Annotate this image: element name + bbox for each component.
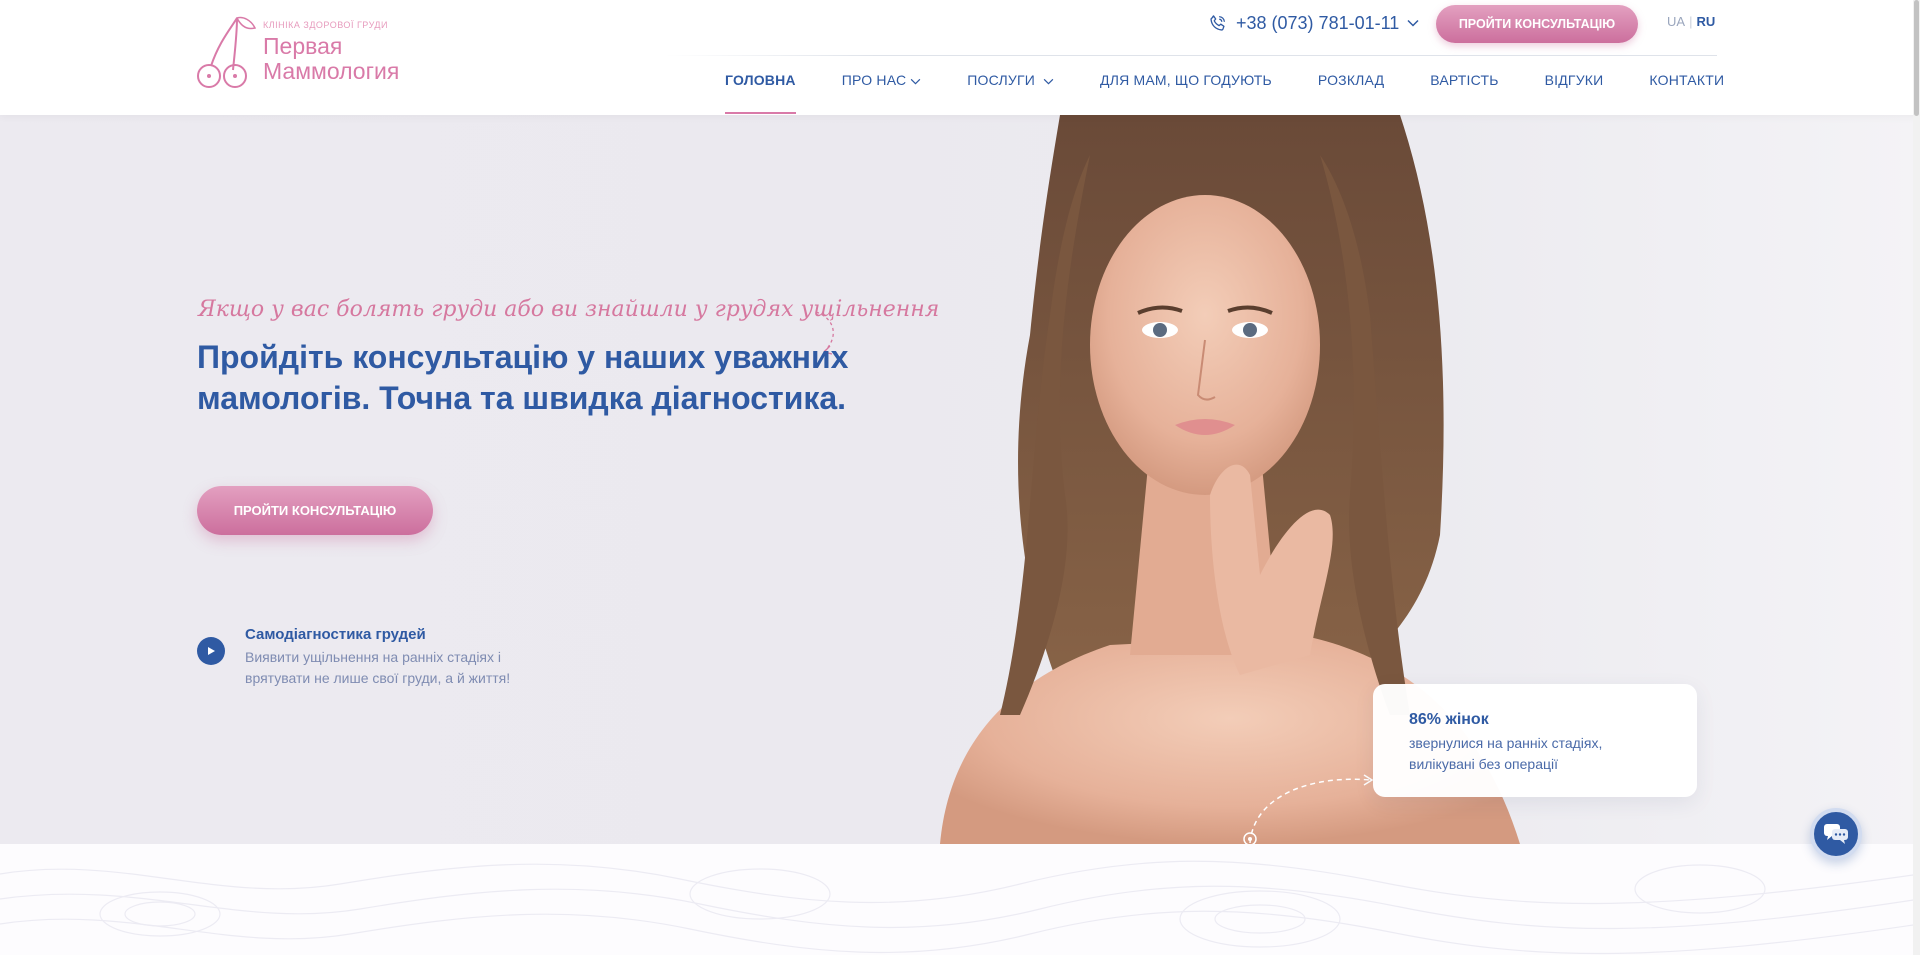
stat-card: 86% жінок звернулися на ранніх стадіях, … <box>1373 684 1697 797</box>
nav-item-services[interactable]: ПОСЛУГИ <box>967 72 1054 114</box>
nav-item-schedule[interactable]: РОЗКЛАД <box>1318 72 1384 114</box>
nav-label: ВІДГУКИ <box>1544 72 1604 88</box>
nav-label: ГОЛОВНА <box>725 72 796 88</box>
self-diagnosis-block[interactable]: Самодіагностика грудей Виявити ущільненн… <box>197 626 565 689</box>
phone-number: +38 (073) 781-01-11 <box>1236 12 1400 33</box>
topographic-lines-decor <box>0 860 1920 955</box>
lang-ru[interactable]: RU <box>1696 14 1715 29</box>
chat-widget-button[interactable] <box>1810 808 1862 860</box>
logo-title-line1: Первая <box>263 33 343 59</box>
stat-description: звернулися на ранніх стадіях, вилікувані… <box>1409 735 1603 772</box>
chat-icon <box>1824 824 1848 844</box>
nav-label: ПОСЛУГИ <box>967 72 1036 88</box>
nav-label: РОЗКЛАД <box>1317 72 1385 88</box>
site-header: Клініка здорової груди Первая Маммология… <box>0 0 1920 115</box>
phone-link[interactable]: +38 (073) 781-01-11 <box>1208 10 1419 36</box>
consultation-button-header[interactable]: ПРОЙТИ КОНСУЛЬТАЦІЮ <box>1436 5 1638 43</box>
nav-item-contacts[interactable]: КОНТАКТИ <box>1649 72 1724 114</box>
chevron-down-icon <box>1039 72 1054 88</box>
nav-item-reviews[interactable]: ВІДГУКИ <box>1545 72 1604 114</box>
dashed-pointer-icon <box>1243 774 1374 844</box>
nav-label: ПРО НАС <box>841 72 907 88</box>
hero-title: Пройдіть консультацію у наших уважних ма… <box>197 339 849 416</box>
nav-label: КОНТАКТИ <box>1649 72 1725 88</box>
logo-subtitle: Клініка здорової груди <box>263 20 388 30</box>
lang-ua[interactable]: UA <box>1667 14 1685 29</box>
scrollbar-thumb[interactable] <box>1914 0 1919 116</box>
nav-item-about[interactable]: ПРО НАС <box>842 72 922 114</box>
nav-item-prices[interactable]: ВАРТІСТЬ <box>1430 72 1498 114</box>
self-diagnosis-title: Самодіагностика грудей <box>245 626 426 643</box>
chevron-down-icon <box>1407 19 1419 27</box>
nav-divider <box>665 55 1717 56</box>
nav-label: ВАРТІСТЬ <box>1430 72 1499 88</box>
language-switcher: UA | RU <box>1667 14 1715 29</box>
nav-item-nursing-moms[interactable]: ДЛЯ МАМ, ЩО ГОДУЮТЬ <box>1100 72 1272 114</box>
consultation-button-hero[interactable]: ПРОЙТИ КОНСУЛЬТАЦІЮ <box>197 486 433 535</box>
main-nav: ГОЛОВНА ПРО НАС ПОСЛУГИ ДЛЯ МАМ, ЩО ГОДУ… <box>725 72 1724 114</box>
logo-title: Первая Маммология <box>263 34 399 84</box>
play-icon[interactable] <box>197 637 225 665</box>
nav-item-home[interactable]: ГОЛОВНА <box>725 72 796 114</box>
topographic-pattern-section <box>0 844 1920 955</box>
self-diagnosis-description: Виявити ущільнення на ранніх стадіях і в… <box>245 649 511 686</box>
chevron-down-icon <box>910 72 921 88</box>
scrollbar-track[interactable] <box>1913 0 1920 955</box>
logo-title-line2: Маммология <box>263 58 400 84</box>
lang-separator: | <box>1689 14 1693 29</box>
logo[interactable]: Клініка здорової груди Первая Маммология <box>197 14 427 90</box>
hero-section: Якщо у вас болять груди або ви знайшли у… <box>0 115 1920 844</box>
self-diagnosis-text: Самодіагностика грудей Виявити ущільненн… <box>245 626 565 689</box>
phone-icon <box>1208 13 1228 33</box>
nav-label: ДЛЯ МАМ, ЩО ГОДУЮТЬ <box>1100 72 1272 88</box>
cherry-logo-icon <box>197 16 257 88</box>
stat-title: 86% жінок <box>1409 711 1489 728</box>
